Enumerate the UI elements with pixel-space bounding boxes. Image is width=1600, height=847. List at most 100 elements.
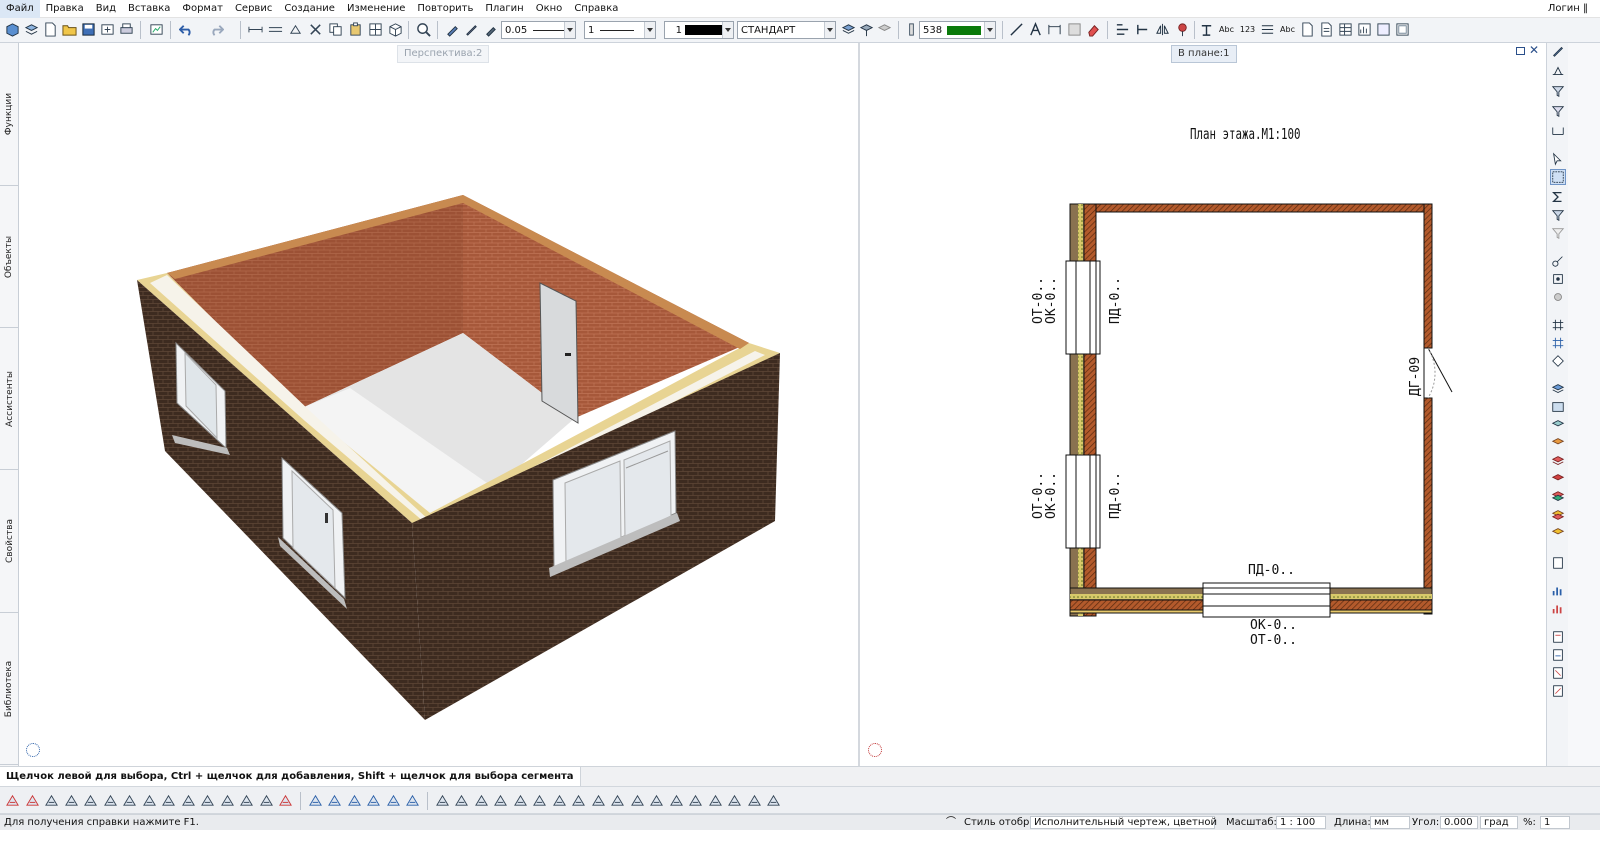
numbering-icon[interactable] [1259, 21, 1276, 38]
rotate-icon[interactable] [180, 792, 197, 809]
dim-align-icon[interactable] [1134, 21, 1151, 38]
slab-icon[interactable] [453, 792, 470, 809]
text-style-icon[interactable] [1198, 21, 1215, 38]
layer-icon[interactable] [903, 21, 920, 38]
ceiling-icon[interactable] [687, 792, 704, 809]
element-icon[interactable] [765, 792, 782, 809]
cut-icon[interactable] [307, 21, 324, 38]
tab-assistants[interactable]: Ассистенты [0, 328, 19, 470]
align-icon[interactable] [1114, 21, 1131, 38]
hatch-tool-icon[interactable] [1066, 21, 1083, 38]
line-weight-select[interactable]: 0.05 [501, 21, 576, 39]
menu-item-7[interactable]: Изменение [341, 0, 411, 18]
tool-sum-icon[interactable] [1550, 189, 1566, 205]
menu-item-6[interactable]: Создание [278, 0, 341, 18]
tool-chart-icon[interactable] [1550, 583, 1566, 599]
layer-stack-icon[interactable] [840, 21, 857, 38]
tab-functions[interactable]: Функции [0, 43, 19, 186]
menu-item-11[interactable]: Справка [568, 0, 624, 18]
save-icon[interactable] [80, 21, 97, 38]
roof-icon[interactable] [512, 792, 529, 809]
cube-icon[interactable] [387, 21, 404, 38]
select3-icon[interactable] [346, 792, 363, 809]
menu-item-3[interactable]: Вставка [122, 0, 176, 18]
undo-icon[interactable] [178, 21, 195, 38]
angle-unit-field[interactable]: град [1480, 816, 1518, 829]
level-icon[interactable] [287, 21, 304, 38]
plot-icon[interactable] [148, 21, 165, 38]
tool-gear-icon[interactable] [1550, 289, 1566, 305]
percent-field[interactable]: 1 [1540, 816, 1570, 829]
report-icon[interactable] [1356, 21, 1373, 38]
scale-icon[interactable] [238, 792, 255, 809]
pin-icon[interactable] [1174, 21, 1191, 38]
niche-icon[interactable] [609, 792, 626, 809]
new-file-icon[interactable] [42, 21, 59, 38]
layer-red2-icon[interactable] [1550, 471, 1566, 487]
floor-icon[interactable] [668, 792, 685, 809]
tool-diamond-icon[interactable] [1550, 353, 1566, 369]
tab-library[interactable]: Библиотека [0, 613, 19, 765]
perspective-viewport[interactable]: Перспектива:2 [20, 43, 858, 766]
tool-filter2-icon[interactable] [1550, 103, 1566, 119]
menu-item-2[interactable]: Вид [90, 0, 122, 18]
tool-cursor-icon[interactable] [1550, 151, 1566, 167]
text-abc2-button[interactable]: Abc [1278, 21, 1297, 38]
zoom-icon[interactable] [415, 21, 432, 38]
tool-filter-icon[interactable] [1550, 83, 1566, 99]
select5-icon[interactable] [385, 792, 402, 809]
navigation-icon[interactable] [868, 743, 882, 757]
stretch-icon[interactable] [63, 792, 80, 809]
doc-list-icon[interactable] [1318, 21, 1335, 38]
tool-calc-icon[interactable] [1550, 555, 1566, 571]
dimension-tool-icon[interactable] [1046, 21, 1063, 38]
dimension-icon[interactable] [247, 21, 264, 38]
layer-blue-icon[interactable] [1550, 381, 1566, 397]
array-icon[interactable] [219, 792, 236, 809]
style-select[interactable]: СТАНДАРТ [737, 21, 836, 39]
tool-doc4-icon[interactable] [1550, 683, 1566, 699]
table-icon[interactable] [1337, 21, 1354, 38]
tab-objects[interactable]: Объекты [0, 186, 19, 328]
room-icon[interactable] [648, 792, 665, 809]
opening-icon[interactable] [551, 792, 568, 809]
select6-icon[interactable] [404, 792, 421, 809]
import-icon[interactable] [99, 21, 116, 38]
align-icon[interactable] [258, 792, 275, 809]
tool-level-icon[interactable] [1550, 63, 1566, 79]
eraser-icon[interactable] [1085, 21, 1102, 38]
copy-icon[interactable] [327, 21, 344, 38]
layer-red-icon[interactable] [1550, 453, 1566, 469]
display-style-field[interactable]: Исполнительный чертеж, цветной [1030, 816, 1217, 829]
tool-pen-icon[interactable] [1550, 43, 1566, 59]
eyedropper-icon[interactable] [482, 21, 499, 38]
scale-field[interactable]: 1 : 100 [1276, 816, 1326, 829]
edit-red2-icon[interactable] [24, 792, 41, 809]
layer-down-icon[interactable] [858, 21, 875, 38]
tab-properties[interactable]: Свойства [0, 470, 19, 613]
navigation-icon[interactable] [26, 743, 40, 757]
menu-item-0[interactable]: Файл [0, 0, 40, 18]
copy-icon[interactable] [141, 792, 158, 809]
tool-link-icon[interactable] [1550, 253, 1566, 269]
tool-funnel-gray-icon[interactable] [1550, 225, 1566, 241]
text-abc-button[interactable]: Abc [1217, 21, 1236, 38]
facade-icon[interactable] [726, 792, 743, 809]
modify-icon[interactable] [43, 792, 60, 809]
plan-viewport[interactable]: В плане:1 ✕ План этажа.М1:100 ОТ-0.. ОК-… [860, 43, 1546, 766]
menu-item-5[interactable]: Сервис [229, 0, 278, 18]
tool-select-active-icon[interactable] [1550, 169, 1566, 185]
pen-color-select[interactable]: 1 [664, 21, 734, 39]
layer-yellow-icon[interactable] [1550, 507, 1566, 523]
layers-icon[interactable] [23, 21, 40, 38]
layer-gray-icon[interactable] [876, 21, 893, 38]
sheet-icon[interactable] [1394, 21, 1411, 38]
dimension-chain-icon[interactable] [267, 21, 284, 38]
menu-item-4[interactable]: Формат [176, 0, 229, 18]
line-tool-icon[interactable] [1008, 21, 1025, 38]
railing-icon[interactable] [707, 792, 724, 809]
tool-funnel-icon[interactable] [1550, 207, 1566, 223]
stair-icon[interactable] [531, 792, 548, 809]
menu-item-9[interactable]: Плагин [479, 0, 529, 18]
wall-icon[interactable] [434, 792, 451, 809]
